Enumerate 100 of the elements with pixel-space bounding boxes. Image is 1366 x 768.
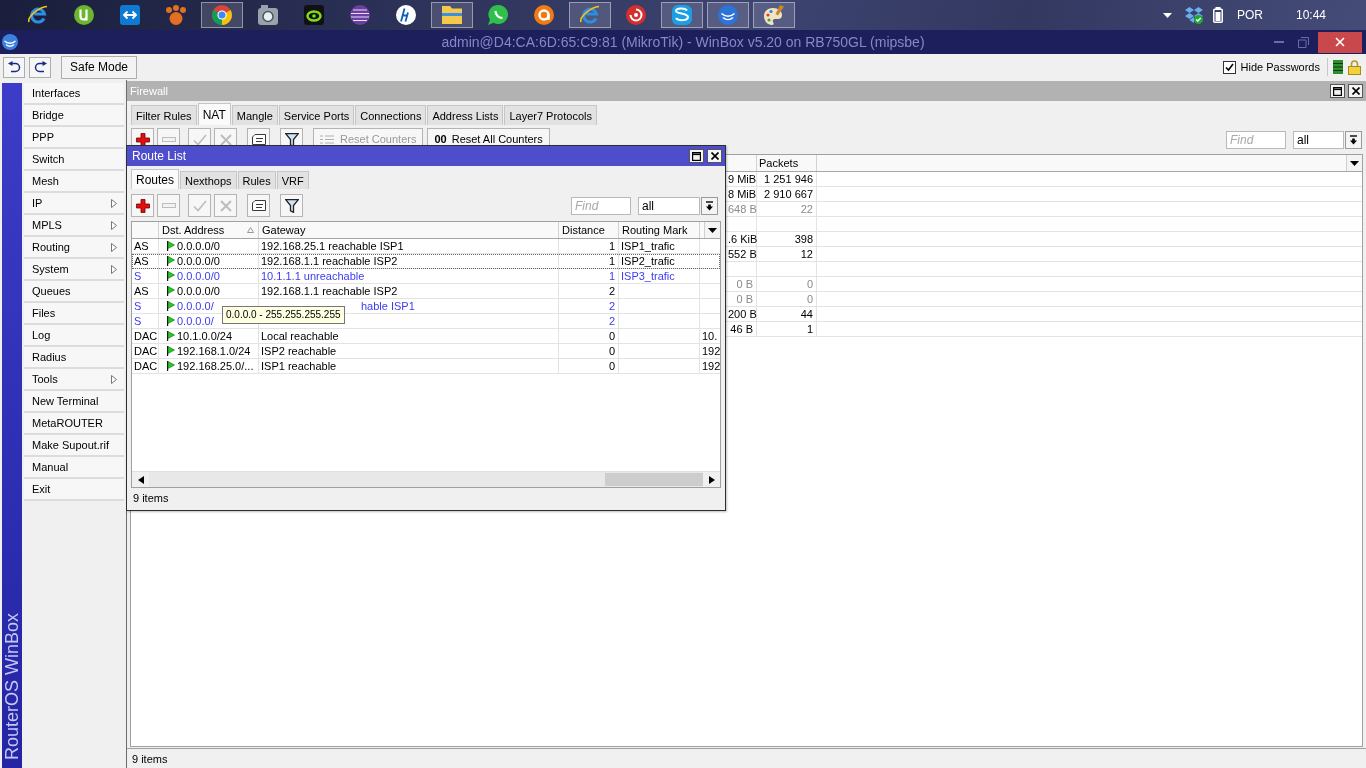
menu-item[interactable]: System bbox=[24, 259, 124, 281]
dropdown-button[interactable] bbox=[701, 196, 718, 215]
filter-dropdown[interactable]: all bbox=[638, 196, 700, 215]
item-count: 9 items bbox=[133, 492, 169, 504]
table-cell: 10.1.0.0/24 bbox=[177, 329, 233, 343]
battery-icon[interactable] bbox=[1212, 7, 1223, 23]
tab[interactable]: Routes bbox=[131, 169, 180, 189]
item-count: 9 items bbox=[132, 752, 168, 765]
table-row[interactable]: AS 0.0.0.0/0 192.168.1.1 reachable ISP2 2 bbox=[132, 284, 720, 299]
chat-bubble-icon bbox=[488, 5, 508, 25]
restore-icon bbox=[1333, 86, 1342, 96]
tray-expand-icon[interactable] bbox=[1162, 12, 1172, 18]
tab[interactable]: Layer7 Protocols bbox=[504, 105, 597, 125]
table-row[interactable]: DAC 192.168.1.0/24 ISP2 reachable 0 192 bbox=[132, 344, 720, 359]
tooltip: 0.0.0.0 - 255.255.255.255 bbox=[222, 306, 345, 324]
horizontal-scrollbar[interactable] bbox=[132, 471, 720, 487]
column-header[interactable]: Packets bbox=[759, 157, 799, 169]
table-cell: 10.1.1.1 unreachable bbox=[261, 270, 365, 282]
menu-item[interactable]: Routing bbox=[24, 237, 124, 259]
close-button[interactable] bbox=[1318, 31, 1362, 53]
close-button[interactable] bbox=[1348, 84, 1363, 98]
table-cell: Local reachable bbox=[261, 330, 339, 342]
tab[interactable]: Connections bbox=[355, 105, 427, 125]
menu-item[interactable]: Manual bbox=[24, 457, 124, 479]
tab[interactable]: NAT bbox=[197, 103, 231, 125]
menu-item[interactable]: MetaROUTER bbox=[24, 413, 124, 435]
palette-icon bbox=[764, 5, 784, 25]
filter-dropdown[interactable]: all bbox=[1293, 130, 1344, 149]
safe-mode-button[interactable]: Safe Mode bbox=[61, 55, 138, 79]
restore-button[interactable] bbox=[1330, 84, 1345, 98]
menu-item[interactable]: Make Supout.rif bbox=[24, 435, 124, 457]
menu-item[interactable]: IP bbox=[24, 193, 124, 215]
table-cell: S bbox=[134, 300, 142, 312]
table-row[interactable]: AS 0.0.0.0/0 192.168.25.1 reachable ISP1 1 ISP1_trafic bbox=[132, 239, 720, 254]
menu-item[interactable]: New Terminal bbox=[24, 391, 124, 413]
taskbar-button[interactable] bbox=[661, 2, 703, 28]
menu-item[interactable]: Radius bbox=[24, 347, 124, 369]
scroll-thumb[interactable] bbox=[605, 473, 703, 486]
menu-item[interactable]: Exit bbox=[24, 479, 124, 501]
column-header[interactable]: Gateway bbox=[262, 224, 306, 236]
flag-icon bbox=[167, 301, 175, 311]
dropdown-button[interactable] bbox=[1345, 130, 1362, 149]
column-header[interactable]: Routing Mark bbox=[622, 224, 688, 236]
undo-button[interactable] bbox=[3, 56, 25, 78]
table-cell: DAC bbox=[134, 330, 158, 342]
menu-item[interactable]: Queues bbox=[24, 281, 124, 303]
find-field[interactable]: Find bbox=[571, 196, 631, 215]
checkbox[interactable] bbox=[1222, 60, 1236, 74]
add-button[interactable] bbox=[131, 194, 154, 217]
table-row[interactable]: DAC 192.168.25.0/... ISP1 reachable 0 192 bbox=[132, 359, 720, 374]
table-cell: 44 bbox=[800, 308, 813, 320]
find-field[interactable]: Find bbox=[1226, 130, 1286, 149]
taskbar-button[interactable] bbox=[201, 2, 243, 28]
column-header[interactable]: Distance bbox=[562, 224, 605, 236]
tab[interactable]: Nexthops bbox=[180, 171, 237, 189]
column-menu-button[interactable] bbox=[704, 222, 720, 238]
filter-icon bbox=[284, 198, 299, 213]
menu-item[interactable]: Switch bbox=[24, 149, 124, 171]
filter-button[interactable] bbox=[280, 194, 303, 217]
menu-item[interactable]: PPP bbox=[24, 127, 124, 149]
table-cell: 10. bbox=[702, 330, 718, 342]
tab[interactable]: Address Lists bbox=[427, 105, 504, 125]
checkbox-label[interactable]: Hide Passwords bbox=[1240, 61, 1320, 73]
menu-item[interactable]: MPLS bbox=[24, 215, 124, 237]
close-button[interactable] bbox=[707, 149, 722, 163]
table-cell: 1 bbox=[608, 255, 615, 267]
minimize-icon bbox=[1274, 41, 1284, 43]
table-row[interactable]: DAC 10.1.0.0/24 Local reachable 0 10. bbox=[132, 329, 720, 344]
menu-item[interactable]: Bridge bbox=[24, 105, 124, 127]
tab[interactable]: Mangle bbox=[231, 105, 278, 125]
table-cell: .6 KiB bbox=[728, 233, 758, 245]
menu-item[interactable]: Interfaces bbox=[24, 83, 124, 105]
table-cell: 0 B bbox=[736, 293, 753, 305]
menu-item[interactable]: Log bbox=[24, 325, 124, 347]
table-cell: 192.168.25.0/... bbox=[177, 359, 254, 373]
tab[interactable]: Service Ports bbox=[278, 105, 355, 125]
submenu-arrow-icon bbox=[111, 264, 117, 274]
table-row[interactable]: AS 0.0.0.0/0 192.168.1.1 reachable ISP2 1 ISP2_trafic bbox=[132, 254, 720, 269]
table-cell: 0 bbox=[608, 345, 615, 357]
tab[interactable]: Rules bbox=[237, 171, 276, 189]
table-cell: 0.0.0.0/0 bbox=[177, 239, 220, 253]
menu-item[interactable]: Tools bbox=[24, 369, 124, 391]
triangle-down-icon bbox=[1350, 160, 1359, 166]
redo-button[interactable] bbox=[29, 56, 51, 78]
menu-item[interactable]: Files bbox=[24, 303, 124, 325]
tab[interactable]: Filter Rules bbox=[131, 105, 197, 125]
tab[interactable]: VRF bbox=[276, 171, 309, 189]
comment-button[interactable] bbox=[247, 194, 270, 217]
menu-item[interactable]: Mesh bbox=[24, 171, 124, 193]
language-indicator[interactable]: POR bbox=[1236, 8, 1263, 22]
column-menu-button[interactable] bbox=[1346, 155, 1362, 171]
clock[interactable]: 10:44 bbox=[1295, 8, 1326, 22]
restore-button[interactable] bbox=[689, 149, 704, 163]
table-cell: 648 B bbox=[728, 203, 757, 215]
table-cell: 2 910 667 bbox=[764, 188, 813, 200]
lines-icon bbox=[320, 135, 334, 144]
status-bars-icon bbox=[1333, 60, 1343, 74]
sync-box-icon[interactable] bbox=[1184, 6, 1203, 24]
lock-icon bbox=[1348, 59, 1361, 75]
column-header[interactable]: Dst. Address bbox=[162, 224, 225, 236]
